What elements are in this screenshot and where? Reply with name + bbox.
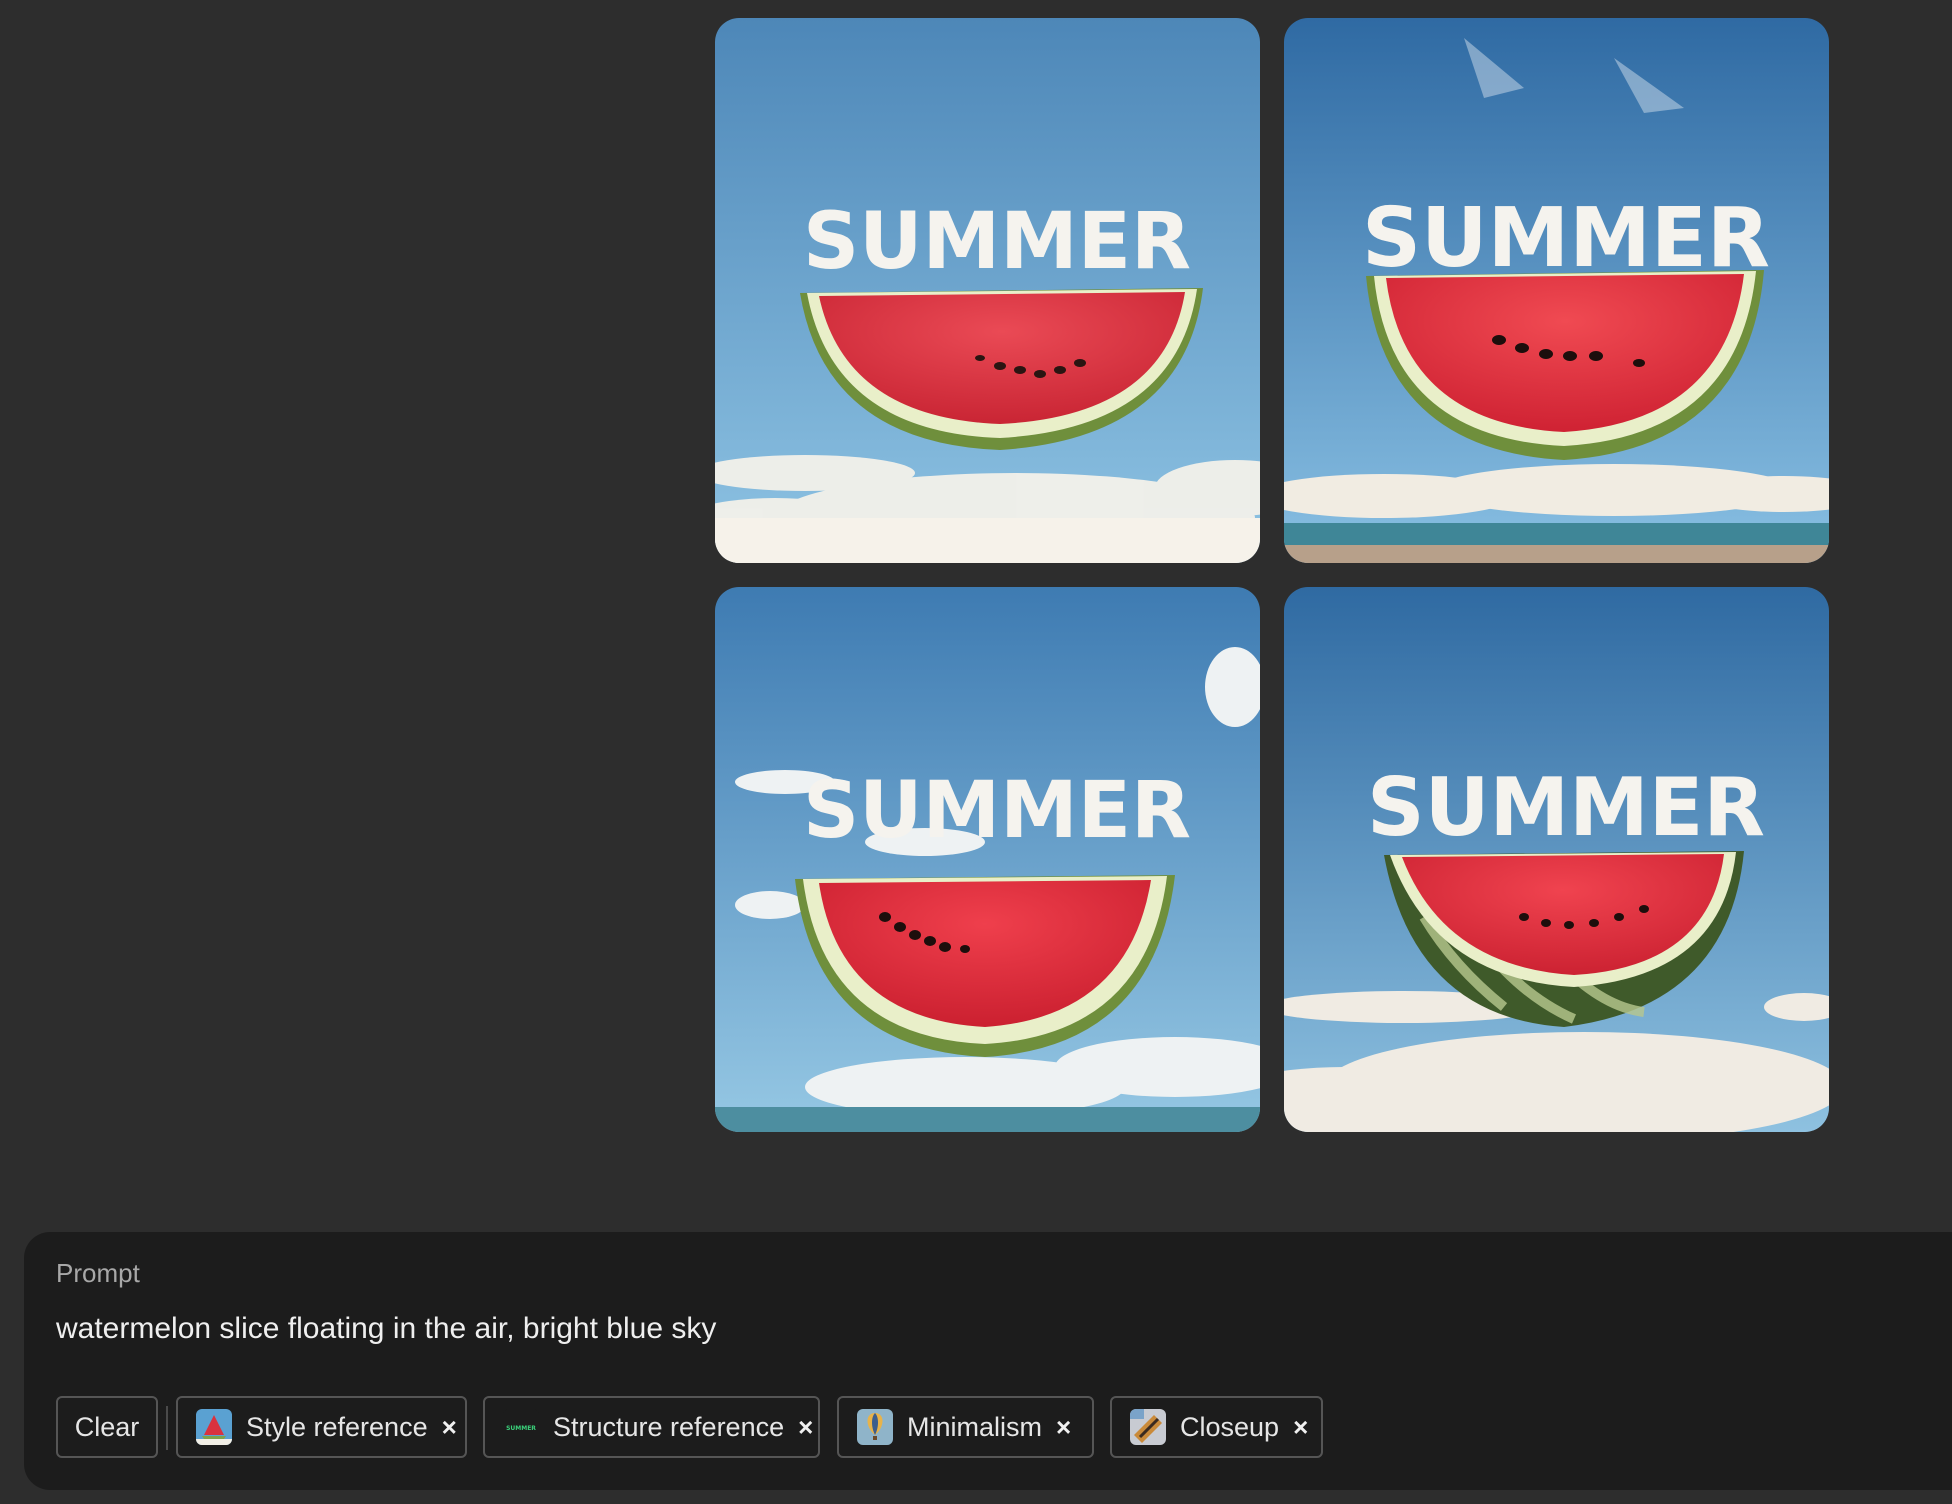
structure-reference-chip[interactable]: SUMMER Structure reference × — [483, 1396, 820, 1458]
generated-image-4[interactable]: SUMMER — [1284, 587, 1829, 1132]
image-headline: SUMMER — [1367, 761, 1765, 854]
closeup-thumbnail-icon — [1130, 1409, 1166, 1445]
prompt-label: Prompt — [56, 1258, 140, 1288]
minimalism-chip[interactable]: Minimalism × — [837, 1396, 1094, 1458]
balloon-thumbnail-icon — [857, 1409, 893, 1445]
structure-reference-label: Structure reference — [553, 1411, 785, 1442]
generated-image-3[interactable]: SUMMER — [715, 587, 1260, 1132]
remove-style-reference-icon[interactable]: × — [442, 1412, 457, 1443]
style-reference-chip[interactable]: Style reference × — [176, 1396, 467, 1458]
chip-divider — [166, 1406, 168, 1450]
image-headline: SUMMER — [803, 197, 1191, 287]
style-reference-label: Style reference — [246, 1411, 428, 1442]
clear-button-label: Clear — [74, 1411, 140, 1442]
prompt-input[interactable]: watermelon slice floating in the air, br… — [56, 1312, 716, 1346]
remove-minimalism-icon[interactable]: × — [1056, 1412, 1071, 1443]
generated-image-2[interactable]: SUMMER — [1284, 18, 1829, 563]
minimalism-label: Minimalism — [907, 1411, 1042, 1442]
remove-closeup-icon[interactable]: × — [1293, 1412, 1308, 1443]
closeup-chip[interactable]: Closeup × — [1110, 1396, 1323, 1458]
clear-button[interactable]: Clear — [56, 1396, 158, 1458]
generated-image-1[interactable]: SUMMER — [715, 18, 1260, 563]
watermelon-thumbnail-icon — [196, 1409, 232, 1445]
image-headline: SUMMER — [803, 766, 1191, 856]
summer-thumbnail-text: SUMMER — [506, 1425, 536, 1432]
prompt-panel: Prompt watermelon slice floating in the … — [24, 1232, 1952, 1490]
summer-text-thumbnail-icon: SUMMER — [503, 1409, 539, 1445]
remove-structure-reference-icon[interactable]: × — [798, 1412, 813, 1443]
closeup-label: Closeup — [1180, 1411, 1280, 1442]
